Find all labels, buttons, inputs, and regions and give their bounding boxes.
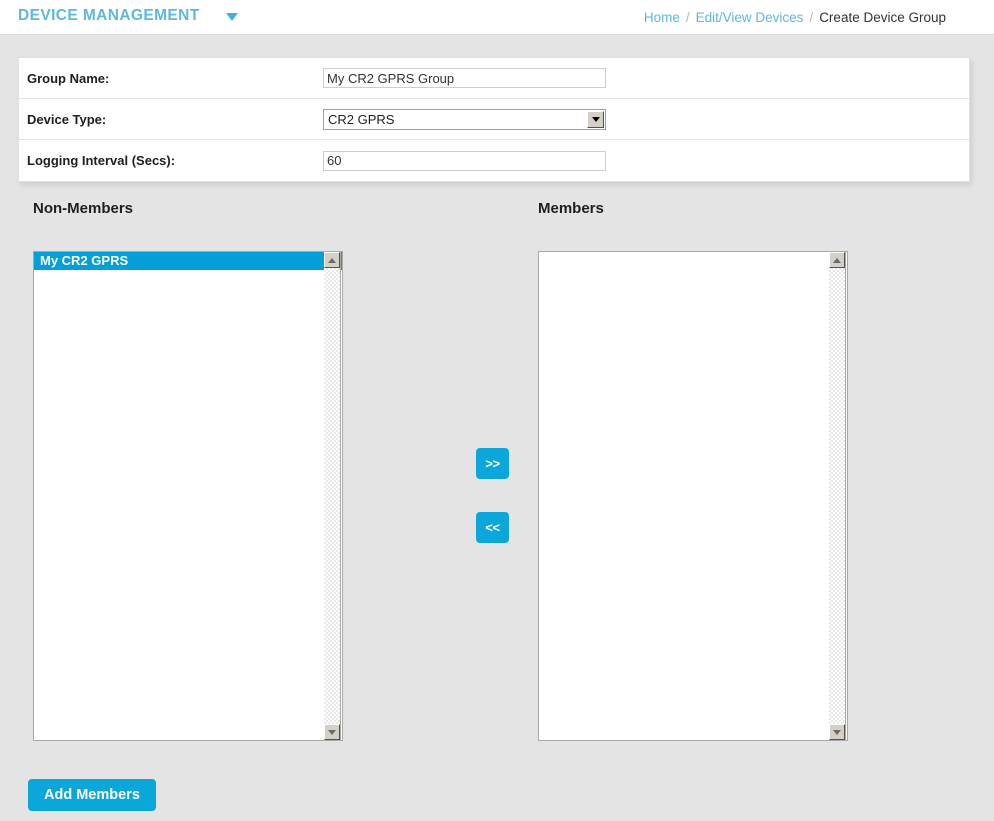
breadcrumb-separator: / [809,9,814,25]
list-item[interactable]: My CR2 GPRS [34,252,342,270]
device-type-select[interactable]: CR2 GPRS [323,108,606,130]
members-scrollbar[interactable] [829,251,846,741]
group-name-input[interactable] [323,68,606,88]
triangle-down-icon[interactable] [829,724,845,740]
chevron-down-icon[interactable] [587,110,604,128]
device-group-form-panel: Group Name: Device Type: CR2 GPRS Loggin… [18,57,970,182]
top-header-bar: DEVICE MANAGEMENT Home / Edit/View Devic… [0,0,994,35]
members-heading: Members [538,200,604,217]
group-name-label: Group Name: [27,70,110,86]
device-type-label: Device Type: [27,111,107,127]
non-members-scrollbar[interactable] [324,251,341,741]
breadcrumb-separator: / [685,9,690,25]
logging-interval-label: Logging Interval (Secs): [27,153,176,168]
breadcrumb-item-current: Create Device Group [819,9,946,25]
members-listbox[interactable] [538,251,848,741]
move-right-button[interactable]: >> [476,448,509,479]
chevron-down-icon[interactable] [225,12,238,21]
non-members-listbox[interactable]: My CR2 GPRS [33,251,343,741]
form-row-group-name: Group Name: [19,58,969,99]
device-type-selected-value: CR2 GPRS [328,111,395,127]
breadcrumb-item-edit-view-devices[interactable]: Edit/View Devices [696,10,804,25]
triangle-down-icon[interactable] [324,724,340,740]
breadcrumb-item-home[interactable]: Home [644,10,680,25]
brand-menu[interactable]: DEVICE MANAGEMENT [18,0,238,34]
triangle-up-icon[interactable] [829,252,845,268]
breadcrumb: Home / Edit/View Devices / Create Device… [644,0,946,34]
add-members-button[interactable]: Add Members [28,779,156,811]
page-title: DEVICE MANAGEMENT [18,6,200,24]
logging-interval-input[interactable] [323,150,606,171]
move-left-button[interactable]: << [476,512,509,543]
form-row-device-type: Device Type: CR2 GPRS [19,99,969,140]
form-row-logging-interval: Logging Interval (Secs): [19,140,969,181]
triangle-up-icon[interactable] [324,252,340,268]
non-members-heading: Non-Members [33,200,134,217]
